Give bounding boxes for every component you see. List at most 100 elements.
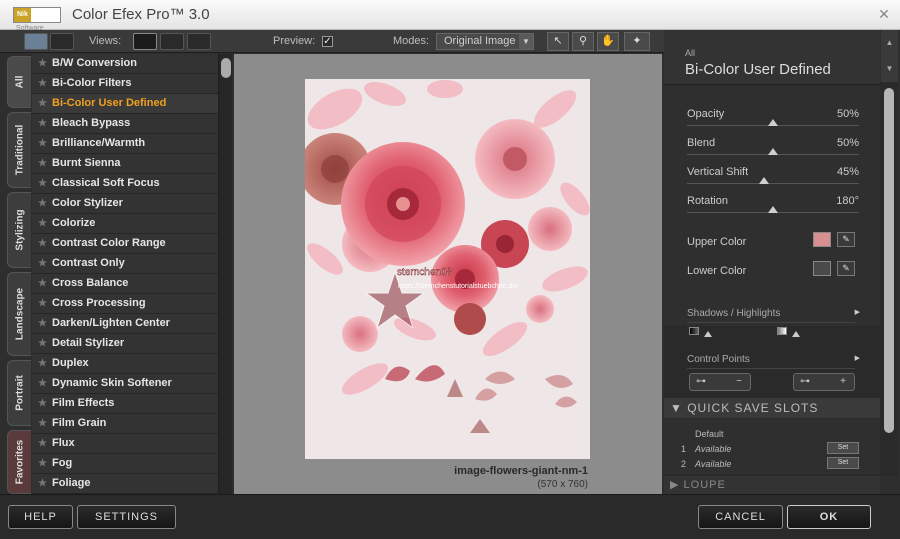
star-icon[interactable]: ★ — [38, 434, 47, 453]
star-icon[interactable]: ★ — [38, 154, 47, 173]
loupe-header[interactable]: ▶ LOUPE — [664, 476, 880, 494]
quick-save-header[interactable]: ▼ QUICK SAVE SLOTS — [664, 398, 880, 418]
chevron-up-icon[interactable]: ▲ — [881, 30, 898, 56]
side-by-side-view-button[interactable] — [187, 33, 211, 50]
shadows-slider-knob[interactable] — [704, 331, 712, 337]
star-icon[interactable]: ★ — [38, 294, 47, 313]
eyedropper-icon[interactable]: ✎ — [837, 232, 855, 247]
filter-list-item[interactable]: ★ Duplex — [32, 354, 218, 374]
star-icon[interactable]: ★ — [38, 314, 47, 333]
panel-scrollbar[interactable] — [880, 82, 898, 476]
loupe-light-icon[interactable]: ✦ — [624, 32, 650, 51]
star-icon[interactable]: ★ — [38, 194, 47, 213]
star-icon[interactable]: ★ — [38, 414, 47, 433]
help-button[interactable]: HELP — [8, 505, 73, 529]
upper-color-swatch[interactable] — [813, 232, 831, 247]
ok-button[interactable]: OK — [787, 505, 871, 529]
remove-control-point-button[interactable]: ⊶ − — [689, 373, 751, 391]
view-single-image-icon[interactable] — [24, 33, 48, 50]
param-rotation: Rotation 180° — [687, 195, 859, 213]
lower-color-swatch[interactable] — [813, 261, 831, 276]
star-icon[interactable]: ★ — [38, 74, 47, 93]
filter-list-item[interactable]: ★ Burnt Sienna — [32, 154, 218, 174]
slider-knob[interactable] — [768, 206, 778, 213]
star-icon[interactable]: ★ — [38, 114, 47, 133]
filter-list-item[interactable]: ★ Bi-Color Filters — [32, 74, 218, 94]
scrollbar-thumb[interactable] — [884, 88, 894, 433]
filter-list-item[interactable]: ★ Classical Soft Focus — [32, 174, 218, 194]
filter-list-item[interactable]: ★ Brilliance/Warmth — [32, 134, 218, 154]
views-label: Views: — [89, 35, 122, 47]
tab-stylizing[interactable]: Stylizing — [7, 192, 31, 268]
slider-knob[interactable] — [759, 177, 770, 184]
split-view-button[interactable] — [160, 33, 184, 50]
modes-select[interactable]: Original Image ▼ — [436, 33, 534, 50]
chevron-down-icon: ▼ — [519, 34, 533, 49]
filter-params: Opacity 50% Blend 50% Vertical Shift 45% Rotat… — [664, 86, 880, 326]
tab-favorites[interactable]: Favorites — [7, 430, 31, 494]
filter-list-item[interactable]: ★ Detail Stylizer — [32, 334, 218, 354]
param-label: Rotation — [687, 195, 728, 207]
filter-list-item[interactable]: ★ Dynamic Skin Softener — [32, 374, 218, 394]
slot-set-button[interactable]: Set — [827, 442, 859, 454]
filter-list-item[interactable]: ★ Film Grain — [32, 414, 218, 434]
star-icon[interactable]: ★ — [38, 234, 47, 253]
filter-list-item[interactable]: ★ Bi-Color User Defined — [32, 94, 218, 114]
star-icon[interactable]: ★ — [38, 454, 47, 473]
tab-landscape[interactable]: Landscape — [7, 272, 31, 356]
filter-list-item[interactable]: ★ Color Stylizer — [32, 194, 218, 214]
eyedropper-icon[interactable]: ✎ — [837, 261, 855, 276]
star-icon[interactable]: ★ — [38, 94, 47, 113]
zoom-icon[interactable]: ⚲ — [572, 32, 594, 51]
preview-image[interactable]: sternchen08 https://sternchenstutorialst… — [305, 79, 590, 459]
star-icon[interactable]: ★ — [38, 334, 47, 353]
star-icon[interactable]: ★ — [38, 174, 47, 193]
single-view-button[interactable] — [133, 33, 157, 50]
filter-list-item[interactable]: ★ Film Effects — [32, 394, 218, 414]
slot-set-button[interactable]: Set — [827, 457, 859, 469]
control-points-header[interactable]: Control Points ▶ — [687, 354, 860, 369]
shadows-highlights-header[interactable]: Shadows / Highlights ▶ — [687, 308, 860, 323]
tab-traditional[interactable]: Traditional — [7, 112, 31, 188]
star-icon[interactable]: ★ — [38, 254, 47, 273]
star-icon[interactable]: ★ — [38, 134, 47, 153]
pointer-icon[interactable]: ↖ — [547, 32, 569, 51]
filter-list-item[interactable]: ★ Colorize — [32, 214, 218, 234]
filter-list-item[interactable]: ★ Flux — [32, 434, 218, 454]
tab-portrait[interactable]: Portrait — [7, 360, 31, 426]
filter-list-item[interactable]: ★ Foliage — [32, 474, 218, 494]
cancel-button[interactable]: CANCEL — [698, 505, 783, 529]
star-icon[interactable]: ★ — [38, 374, 47, 393]
filter-list-item[interactable]: ★ Darken/Lighten Center — [32, 314, 218, 334]
filter-list-scrollbar[interactable] — [218, 54, 232, 494]
filter-list-item[interactable]: ★ Contrast Color Range — [32, 234, 218, 254]
star-icon[interactable]: ★ — [38, 54, 47, 73]
scrollbar-thumb[interactable] — [221, 58, 231, 78]
filter-list-item[interactable]: ★ B/W Conversion — [32, 54, 218, 74]
slider-knob[interactable] — [768, 148, 778, 155]
star-icon[interactable]: ★ — [38, 274, 47, 293]
filter-list-item[interactable]: ★ Bleach Bypass — [32, 114, 218, 134]
hand-icon[interactable]: ✋ — [597, 32, 619, 51]
add-control-point-button[interactable]: ⊶ + — [793, 373, 855, 391]
filter-list-item[interactable]: ★ Cross Processing — [32, 294, 218, 314]
star-icon[interactable]: ★ — [38, 394, 47, 413]
filter-list-item[interactable]: ★ Cross Balance — [32, 274, 218, 294]
close-icon[interactable]: ✕ — [874, 5, 894, 23]
star-icon[interactable]: ★ — [38, 354, 47, 373]
slider-track[interactable] — [687, 183, 859, 184]
view-list-icon[interactable] — [50, 33, 74, 50]
param-value: 50% — [836, 108, 859, 120]
filter-list-item[interactable]: ★ Fog — [32, 454, 218, 474]
quick-save-slot: 2 Available Set — [681, 457, 859, 471]
tab-all[interactable]: All — [7, 56, 31, 108]
settings-button[interactable]: SETTINGS — [77, 505, 176, 529]
star-icon[interactable]: ★ — [38, 214, 47, 233]
preview-checkbox[interactable]: ✓ — [322, 36, 333, 47]
chevron-down-icon[interactable]: ▼ — [881, 56, 898, 82]
slider-knob[interactable] — [768, 119, 778, 126]
highlights-slider-knob[interactable] — [792, 331, 800, 337]
filter-list-item[interactable]: ★ Contrast Only — [32, 254, 218, 274]
filter-label: Fog — [52, 457, 73, 469]
star-icon[interactable]: ★ — [38, 474, 47, 493]
